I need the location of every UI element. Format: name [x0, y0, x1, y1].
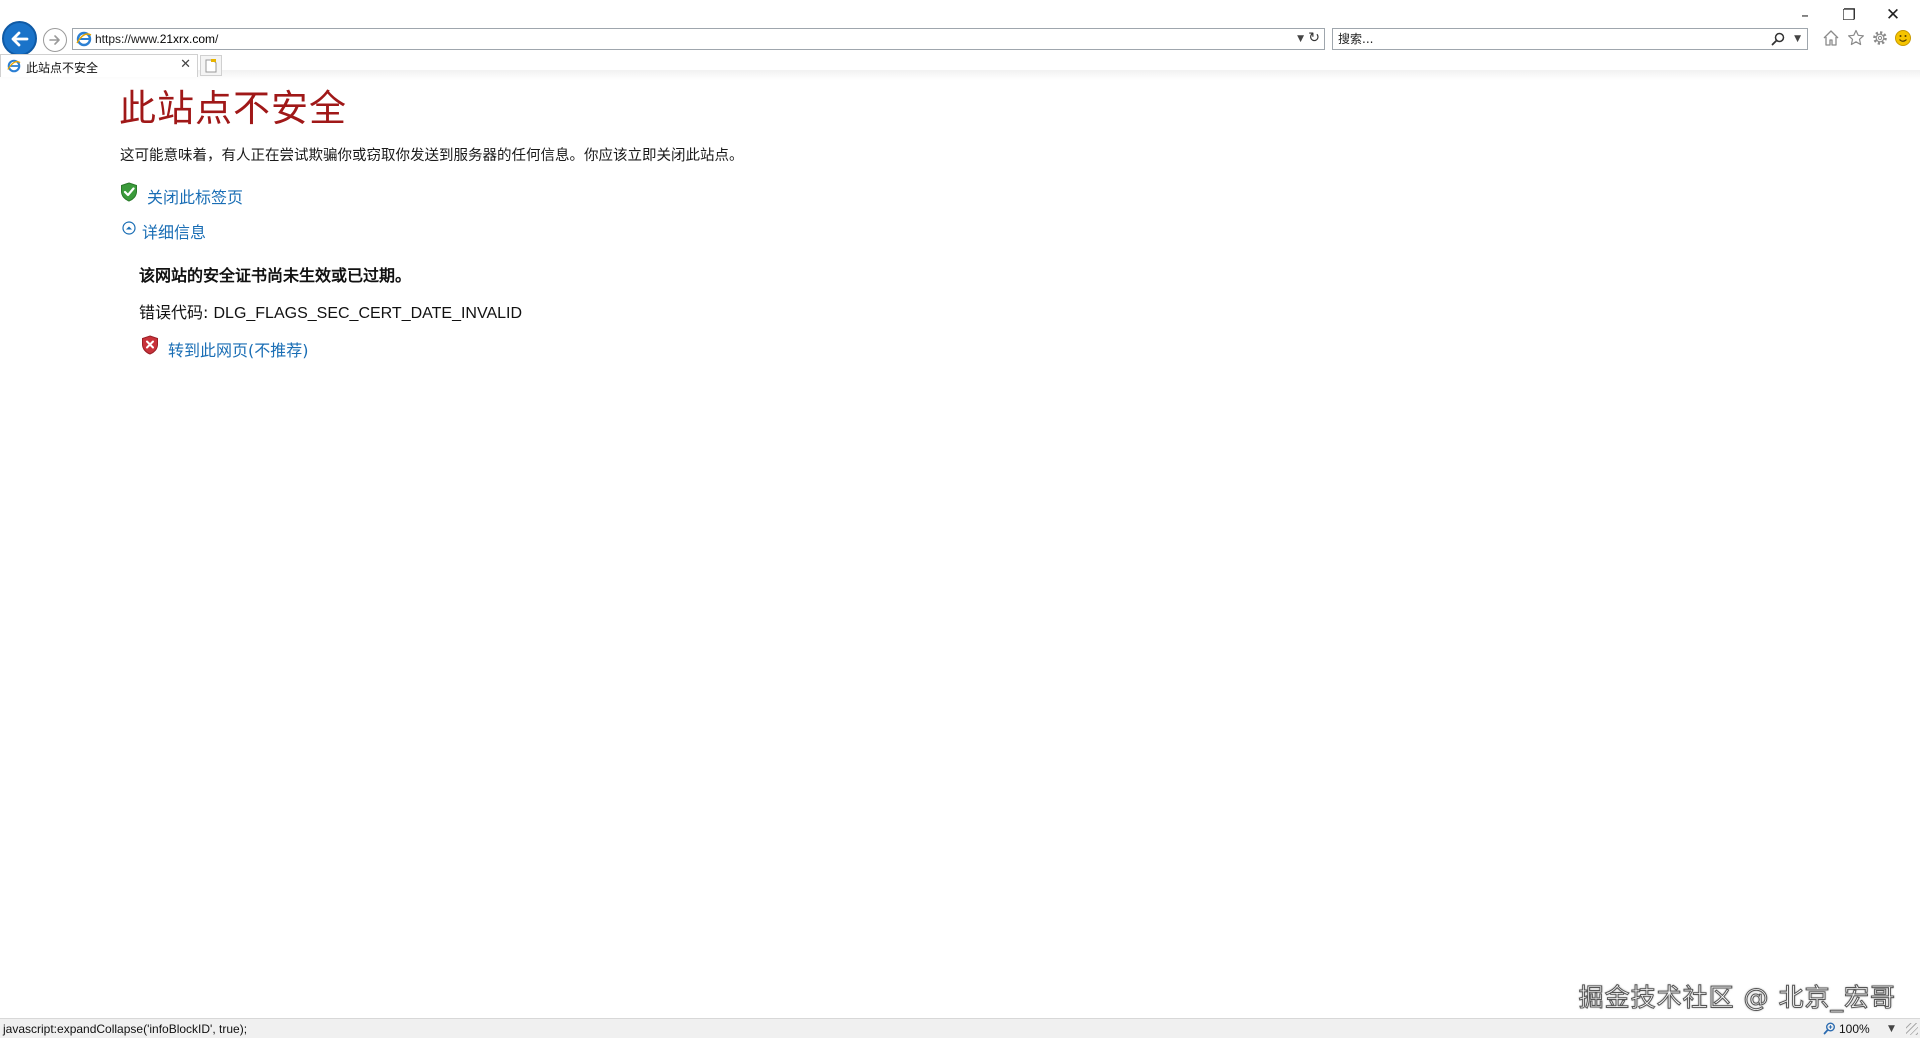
new-tab-button[interactable]: [200, 55, 222, 76]
new-tab-icon: [205, 59, 217, 73]
ie-icon: [76, 31, 92, 47]
error-code-value: DLG_FLAGS_SEC_CERT_DATE_INVALID: [213, 305, 523, 322]
star-icon[interactable]: [1847, 29, 1865, 47]
search-dropdown-icon[interactable]: ▼: [1794, 34, 1801, 44]
zoom-icon[interactable]: [1823, 1022, 1836, 1035]
zoom-dropdown-icon[interactable]: ▼: [1888, 1024, 1895, 1034]
watermark: 掘金技术社区 @ 北京_宏哥: [1578, 983, 1896, 1013]
details-label[interactable]: 详细信息: [142, 219, 206, 243]
address-dropdown-icon[interactable]: ▼: [1297, 34, 1304, 44]
url-path: /: [215, 32, 219, 46]
back-button[interactable]: [2, 21, 37, 56]
status-bar: javascript:expandCollapse('infoBlockID',…: [0, 1018, 1920, 1038]
search-input[interactable]: [1338, 31, 1758, 47]
address-url[interactable]: https://www.21xrx.com/: [95, 32, 218, 46]
forward-arrow-icon: [49, 35, 60, 45]
back-arrow-icon: [11, 31, 29, 47]
shield-check-icon: [121, 182, 137, 202]
shield-x-icon: [142, 335, 158, 355]
home-icon[interactable]: [1822, 29, 1840, 47]
status-text: javascript:expandCollapse('infoBlockID',…: [3, 1022, 248, 1036]
gear-icon[interactable]: [1871, 29, 1889, 47]
close-tab-label[interactable]: 关闭此标签页: [147, 184, 243, 208]
refresh-icon[interactable]: ↻: [1308, 30, 1320, 46]
cert-message: 该网站的安全证书尚未生效或已过期。: [139, 266, 412, 285]
smiley-icon[interactable]: [1894, 29, 1912, 47]
tab-title: 此站点不安全: [26, 61, 99, 75]
error-code-line: 错误代码: DLG_FLAGS_SEC_CERT_DATE_INVALID: [139, 299, 522, 323]
warning-text: 这可能意味着，有人正在尝试欺骗你或窃取你发送到服务器的任何信息。你应该立即关闭此…: [120, 148, 744, 164]
restore-button[interactable]: ❐: [1836, 4, 1862, 26]
browser-toolbar: https://www.21xrx.com/ ▼ ↻ ▼ – ❐ ✕: [0, 0, 1920, 80]
tab-close-icon[interactable]: ✕: [180, 57, 191, 72]
proceed-label[interactable]: 转到此网页(不推荐): [168, 337, 309, 361]
search-icon[interactable]: [1771, 32, 1785, 46]
resize-grip[interactable]: [1906, 1023, 1918, 1035]
url-host: 21xrx.com: [159, 32, 216, 46]
tab-active[interactable]: 此站点不安全 ✕: [0, 54, 198, 77]
close-window-button[interactable]: ✕: [1880, 4, 1906, 26]
collapse-up-icon: [122, 221, 136, 235]
page-title: 此站点不安全: [119, 87, 347, 130]
search-box[interactable]: ▼: [1332, 28, 1808, 50]
minimize-button[interactable]: –: [1792, 4, 1818, 26]
address-bar[interactable]: https://www.21xrx.com/ ▼ ↻: [72, 28, 1325, 50]
error-code-prefix: 错误代码:: [139, 303, 214, 322]
ie-icon: [7, 59, 21, 73]
forward-button[interactable]: [43, 28, 67, 52]
url-scheme: https://www.: [95, 32, 160, 46]
zoom-level[interactable]: 100%: [1839, 1022, 1870, 1036]
